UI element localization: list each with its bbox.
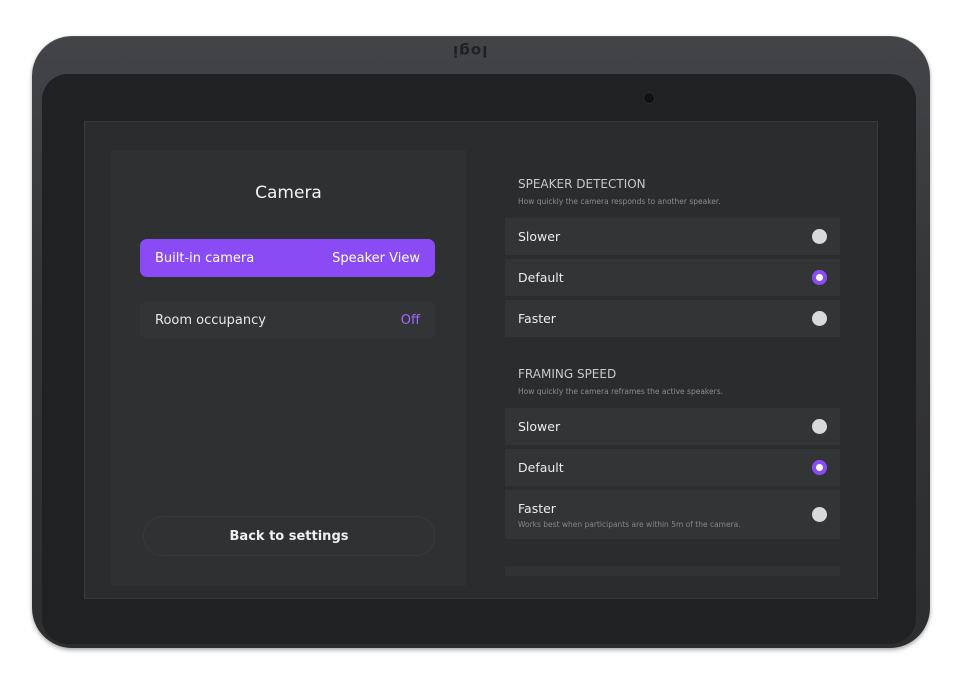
- page-title: Camera: [255, 183, 322, 203]
- framing-speed-option-slower[interactable]: Slower: [505, 408, 840, 445]
- option-label: Faster: [518, 311, 556, 326]
- camera-lens-icon: [644, 93, 654, 103]
- option-note: Works best when participants are within …: [518, 519, 741, 529]
- next-section-row: [505, 566, 840, 576]
- built-in-camera-value: Speaker View: [332, 250, 420, 266]
- option-label: Default: [518, 270, 564, 285]
- radio-unselected-icon[interactable]: [812, 311, 827, 326]
- radio-selected-icon[interactable]: [812, 460, 827, 475]
- room-occupancy-label: Room occupancy: [155, 312, 266, 328]
- option-label: Slower: [518, 419, 561, 434]
- option-text: Faster Works best when participants are …: [518, 501, 741, 529]
- framing-speed-option-default[interactable]: Default: [505, 449, 840, 486]
- speaker-detection-option-faster[interactable]: Faster: [505, 300, 840, 337]
- speaker-detection-description: How quickly the camera responds to anoth…: [518, 197, 721, 206]
- option-label: Faster: [518, 500, 556, 516]
- radio-unselected-icon[interactable]: [812, 419, 827, 434]
- speaker-detection-heading: SPEAKER DETECTION: [518, 177, 646, 191]
- back-to-settings-button[interactable]: Back to settings: [143, 516, 435, 556]
- room-occupancy-value: Off: [400, 312, 420, 328]
- speaker-detection-option-slower[interactable]: Slower: [505, 218, 840, 255]
- radio-unselected-icon[interactable]: [812, 507, 827, 522]
- framing-speed-heading: FRAMING SPEED: [518, 367, 617, 381]
- built-in-camera-item[interactable]: Built-in camera Speaker View: [140, 239, 435, 277]
- framing-speed-description: How quickly the camera reframes the acti…: [518, 387, 723, 396]
- framing-speed-option-faster[interactable]: Faster Works best when participants are …: [505, 490, 840, 539]
- speaker-detection-option-default[interactable]: Default: [505, 259, 840, 296]
- radio-unselected-icon[interactable]: [812, 229, 827, 244]
- room-occupancy-item[interactable]: Room occupancy Off: [140, 301, 435, 339]
- brand-logo: logi: [452, 42, 488, 60]
- built-in-camera-label: Built-in camera: [155, 250, 255, 266]
- radio-selected-icon[interactable]: [812, 270, 827, 285]
- option-label: Slower: [518, 229, 561, 244]
- option-label: Default: [518, 460, 564, 475]
